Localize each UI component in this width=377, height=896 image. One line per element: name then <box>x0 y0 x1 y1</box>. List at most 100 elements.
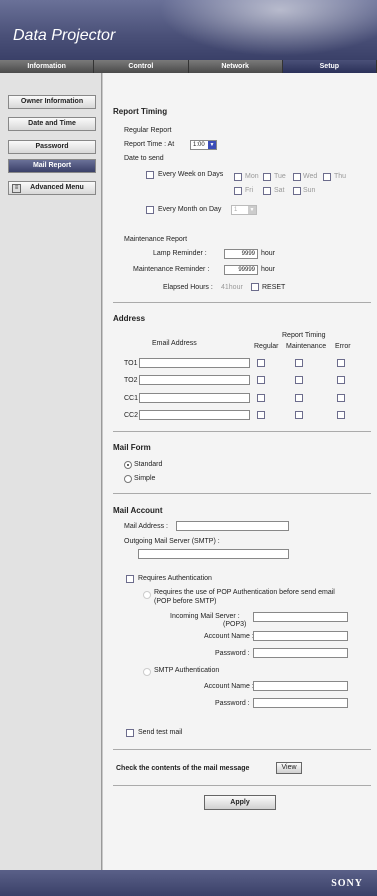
day-label-mon: Mon <box>245 173 259 180</box>
day-checkbox-mon[interactable] <box>234 173 242 181</box>
day-checkbox-fri[interactable] <box>234 187 242 195</box>
incoming-server-label: Incoming Mail Server : <box>170 613 240 620</box>
sidebar-item-owner-information[interactable]: Owner Information <box>8 95 96 109</box>
tab-setup[interactable]: Setup <box>282 60 377 73</box>
pop-before-smtp-label: Requires the use of POP Authentication b… <box>154 589 335 596</box>
mail-address-label: Mail Address : <box>124 523 168 530</box>
divider <box>113 302 371 303</box>
to1-regular-checkbox[interactable] <box>257 359 265 367</box>
lamp-reminder-input[interactable]: 9999 <box>224 249 258 259</box>
smtp-password-input[interactable] <box>253 698 348 708</box>
mail-address-input[interactable] <box>176 521 289 531</box>
day-checkbox-sun[interactable] <box>293 187 301 195</box>
apply-button[interactable]: Apply <box>204 795 276 810</box>
tab-network[interactable]: Network <box>188 60 283 73</box>
cc2-error-checkbox[interactable] <box>337 411 345 419</box>
every-week-label: Every Week on Days <box>158 171 224 178</box>
pop-before-smtp-sublabel: (POP before SMTP) <box>154 598 217 605</box>
month-day-value: 1 <box>234 207 238 213</box>
send-test-mail-checkbox[interactable] <box>126 729 134 737</box>
incoming-server-input[interactable] <box>253 612 348 622</box>
report-time-label: Report Time : At <box>124 141 175 148</box>
every-month-checkbox[interactable] <box>146 206 154 214</box>
footer-bar: SONY <box>0 870 377 896</box>
chevron-down-icon: ▼ <box>248 206 256 214</box>
sidebar-item-date-and-time[interactable]: Date and Time <box>8 117 96 131</box>
send-test-mail-label: Send test mail <box>138 729 183 736</box>
day-checkbox-sat[interactable] <box>263 187 271 195</box>
sidebar-item-mail-report[interactable]: Mail Report <box>8 159 96 173</box>
cc1-email-input[interactable] <box>139 393 250 403</box>
to2-regular-checkbox[interactable] <box>257 376 265 384</box>
simple-radio[interactable] <box>124 475 132 483</box>
to1-error-checkbox[interactable] <box>337 359 345 367</box>
sidebar-item-label: Advanced Menu <box>30 184 84 191</box>
month-day-select[interactable]: 1 ▼ <box>231 205 257 215</box>
report-time-select[interactable]: 1:00 ▼ <box>190 140 217 150</box>
cc1-maintenance-checkbox[interactable] <box>295 394 303 402</box>
requires-auth-label: Requires Authentication <box>138 575 212 582</box>
divider <box>113 785 371 786</box>
tab-information[interactable]: Information <box>0 60 95 73</box>
smtp-account-name-label: Account Name : <box>204 683 254 690</box>
to2-error-checkbox[interactable] <box>337 376 345 384</box>
header-banner: Data Projector <box>0 0 377 60</box>
reset-checkbox[interactable] <box>251 283 259 291</box>
every-month-label: Every Month on Day <box>158 206 222 213</box>
maintenance-reminder-label: Maintenance Reminder : <box>133 266 210 273</box>
pop-account-name-label: Account Name : <box>204 633 254 640</box>
lamp-reminder-label: Lamp Reminder : <box>153 250 207 257</box>
smtp-account-name-input[interactable] <box>253 681 348 691</box>
standard-radio[interactable] <box>124 461 132 469</box>
cc2-regular-checkbox[interactable] <box>257 411 265 419</box>
to1-email-input[interactable] <box>139 358 250 368</box>
simple-label: Simple <box>134 475 156 482</box>
smtp-password-label: Password : <box>215 700 250 707</box>
pop-account-name-input[interactable] <box>253 631 348 641</box>
day-checkbox-thu[interactable] <box>323 173 331 181</box>
smtp-auth-radio[interactable] <box>143 668 151 676</box>
date-to-send-label: Date to send <box>124 155 164 162</box>
view-button[interactable]: View <box>276 762 302 774</box>
email-address-column-header: Email Address <box>152 340 197 347</box>
regular-column-header: Regular <box>254 343 279 350</box>
to1-maintenance-checkbox[interactable] <box>295 359 303 367</box>
divider <box>113 493 371 494</box>
every-week-checkbox[interactable] <box>146 171 154 179</box>
sidebar-item-password[interactable]: Password <box>8 140 96 154</box>
cc2-maintenance-checkbox[interactable] <box>295 411 303 419</box>
divider <box>113 749 371 750</box>
to2-maintenance-checkbox[interactable] <box>295 376 303 384</box>
app-title: Data Projector <box>13 27 116 44</box>
maintenance-reminder-input[interactable]: 99999 <box>224 265 258 275</box>
to2-email-input[interactable] <box>139 375 250 385</box>
standard-label: Standard <box>134 461 163 468</box>
elapsed-hours-value: 41hour <box>221 284 243 291</box>
lamp-unit-label: hour <box>261 250 276 257</box>
report-time-value: 1:00 <box>193 142 205 148</box>
cc1-error-checkbox[interactable] <box>337 394 345 402</box>
elapsed-hours-label: Elapsed Hours : <box>163 284 213 291</box>
day-checkbox-tue[interactable] <box>263 173 271 181</box>
requires-auth-checkbox[interactable] <box>126 575 134 583</box>
smtp-server-input[interactable] <box>138 549 289 559</box>
smtp-server-label: Outgoing Mail Server (SMTP) : <box>124 538 220 545</box>
report-timing-column-header: Report Timing <box>282 332 326 339</box>
cc2-email-input[interactable] <box>139 410 250 420</box>
check-contents-label: Check the contents of the mail message <box>116 765 250 772</box>
cc1-regular-checkbox[interactable] <box>257 394 265 402</box>
day-label-tue: Tue <box>274 173 286 180</box>
regular-report-label: Regular Report <box>124 127 172 134</box>
section-heading-mail-account: Mail Account <box>113 506 163 515</box>
main-tabs: Information Control Network Setup <box>0 60 377 73</box>
sidebar-item-advanced-menu[interactable]: ≡ Advanced Menu <box>8 181 96 195</box>
day-checkbox-wed[interactable] <box>293 173 301 181</box>
maintenance-report-label: Maintenance Report <box>124 236 188 243</box>
tab-control[interactable]: Control <box>94 60 189 73</box>
reset-label: RESET <box>262 284 286 291</box>
pop-password-label: Password : <box>215 650 250 657</box>
incoming-server-sublabel: (POP3) <box>223 621 247 628</box>
pop-password-input[interactable] <box>253 648 348 658</box>
maintenance-unit-label: hour <box>261 266 276 273</box>
pop-before-smtp-radio[interactable] <box>143 591 151 599</box>
